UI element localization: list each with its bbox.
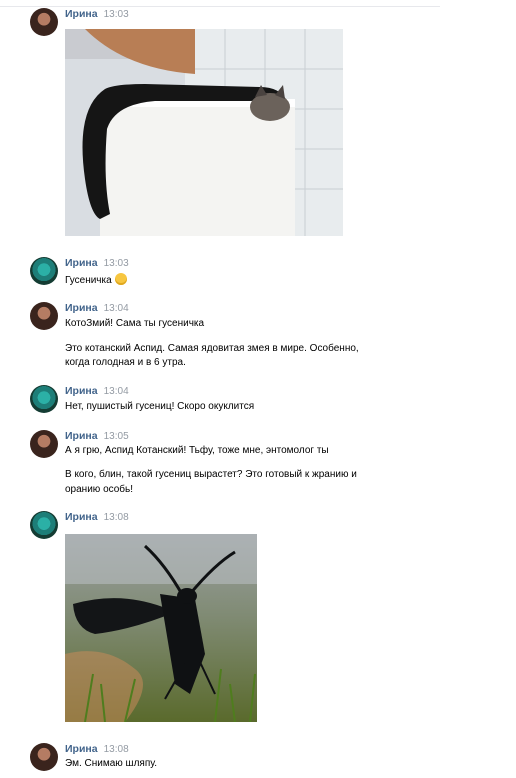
message-time[interactable]: 13:04 (104, 386, 129, 397)
author-name[interactable]: Ирина (65, 385, 98, 397)
message-time[interactable]: 13:03 (104, 258, 129, 269)
message-time[interactable]: 13:08 (104, 512, 129, 523)
grinning-sweat-emoji (114, 273, 127, 285)
message-text: когда голодная и в 6 утра. (65, 357, 186, 368)
avatar[interactable] (30, 511, 58, 539)
message-text: В кого, блин, такой гусениц вырастет? Эт… (65, 469, 357, 480)
message-time[interactable]: 13:08 (104, 744, 129, 755)
avatar[interactable] (30, 385, 58, 413)
author-name[interactable]: Ирина (65, 743, 98, 755)
message-text: А я грю, Аспид Котанский! Тьфу, тоже мне… (65, 445, 329, 456)
top-divider (0, 0, 440, 7)
message-text: КотоЗмий! Сама ты гусеничка (65, 318, 205, 329)
message-time[interactable]: 13:03 (104, 9, 129, 20)
author-name[interactable]: Ирина (65, 257, 98, 269)
moth-photo[interactable] (65, 534, 257, 722)
message-text: Нет, пушистый гусениц! Скоро окуклится (65, 401, 255, 412)
message-text: Эм. Снимаю шляпу. (65, 758, 158, 769)
message-text: Это котанский Аспид. Самая ядовитая змея… (65, 343, 359, 354)
message-text: Гусеничка (65, 273, 127, 286)
avatar[interactable] (30, 257, 58, 285)
author-name[interactable]: Ирина (65, 8, 98, 20)
message-time[interactable]: 13:05 (104, 431, 129, 442)
message-text: оранию особь! (65, 484, 134, 495)
avatar[interactable] (30, 430, 58, 458)
avatar[interactable] (30, 743, 58, 771)
author-name[interactable]: Ирина (65, 302, 98, 314)
author-name[interactable]: Ирина (65, 511, 98, 523)
cat-on-fridge-photo[interactable] (65, 29, 343, 236)
avatar[interactable] (30, 8, 58, 36)
avatar[interactable] (30, 302, 58, 330)
message-time[interactable]: 13:04 (104, 303, 129, 314)
author-name[interactable]: Ирина (65, 430, 98, 442)
